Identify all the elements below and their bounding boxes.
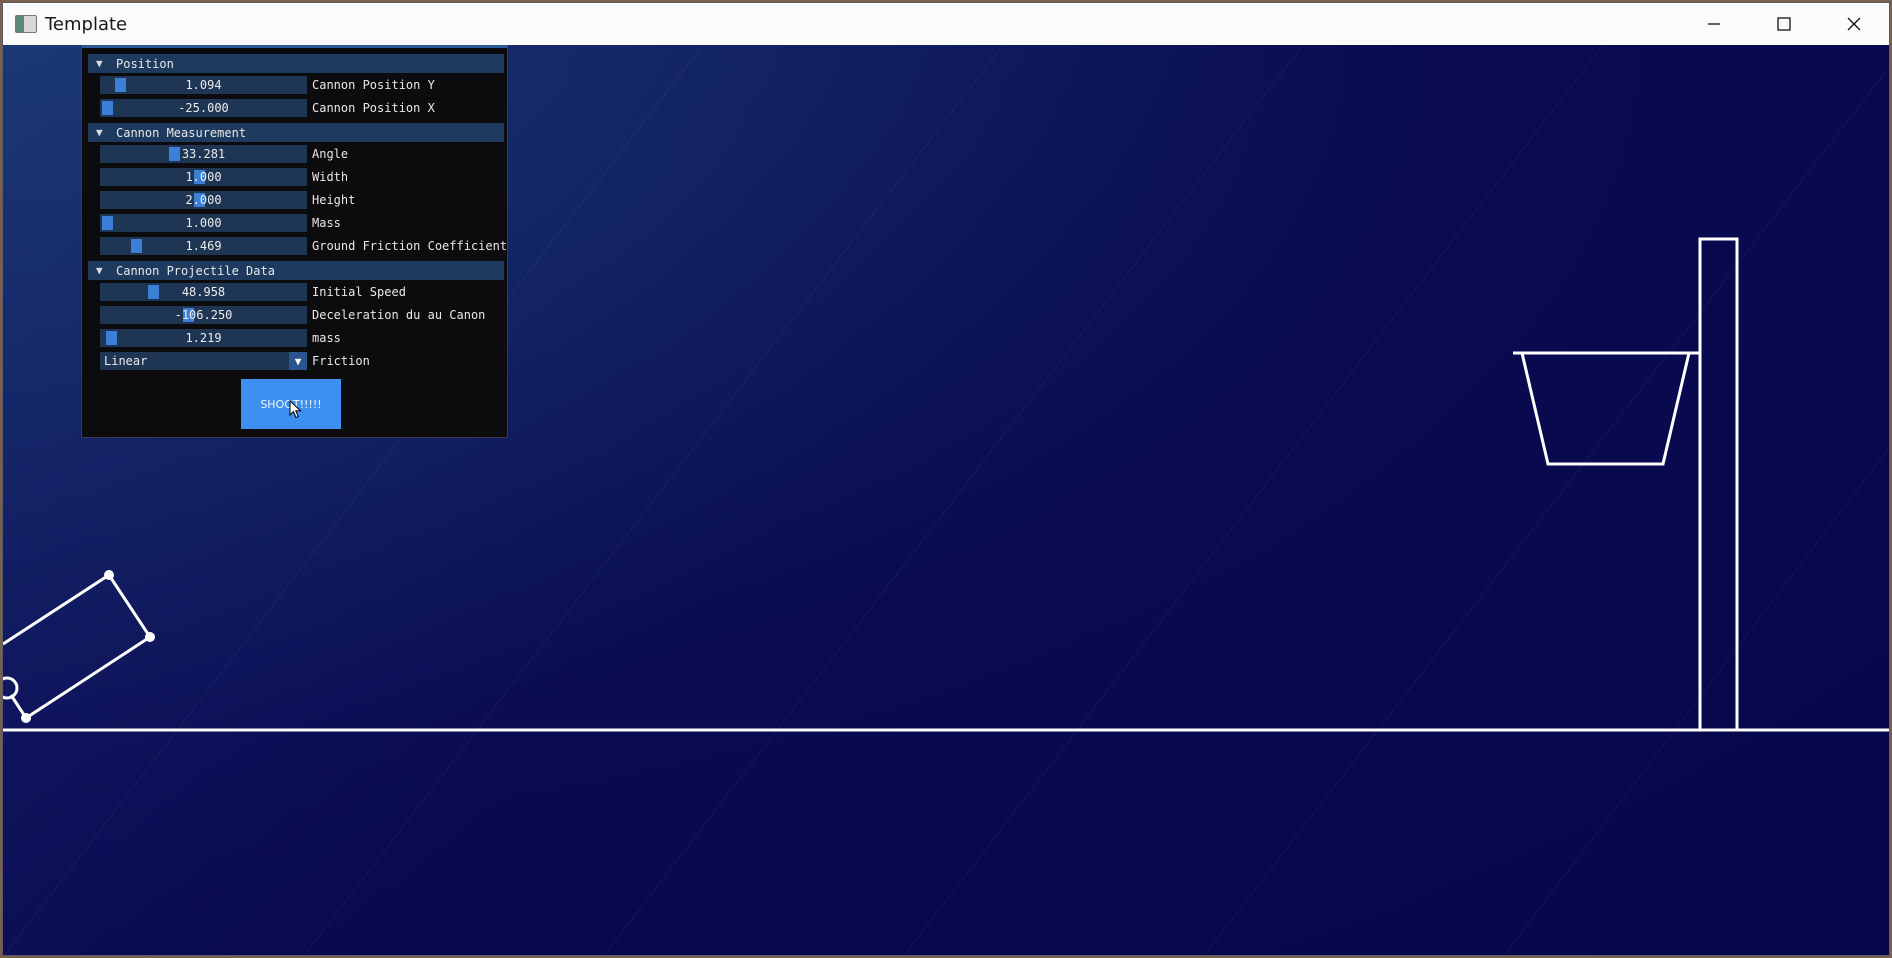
close-icon: [1847, 17, 1861, 31]
maximize-button[interactable]: [1749, 3, 1819, 45]
slider-value: 1.219: [185, 331, 222, 345]
field-label: Cannon Position Y: [312, 78, 435, 92]
section-cannon-measurement[interactable]: ▼ Cannon Measurement: [88, 123, 504, 142]
slider-projectile-mass[interactable]: 1.219: [100, 329, 307, 347]
window-title: Template: [45, 13, 128, 35]
mouse-cursor-icon: [289, 400, 302, 419]
field-label: Initial Speed: [312, 285, 406, 299]
close-button[interactable]: [1819, 3, 1889, 45]
slider-ground-friction[interactable]: 1.469: [100, 237, 307, 255]
field-label: Cannon Position X: [312, 101, 435, 115]
slider-value: -25.000: [178, 101, 229, 115]
dropdown-value: Linear: [104, 354, 148, 368]
cannon: [3, 570, 155, 723]
field-label: mass: [312, 331, 341, 345]
slider-value: 2.000: [185, 193, 222, 207]
slider-value: 48.958: [181, 285, 226, 299]
slider-value: -106.250: [174, 308, 233, 322]
field-mass: 1.000 Mass: [100, 213, 504, 232]
field-label: Width: [312, 170, 349, 184]
cannon-pivot: [3, 676, 19, 700]
slider-value: 1.094: [185, 78, 222, 92]
slider-angle[interactable]: 33.281: [100, 145, 307, 163]
field-width: 1.000 Width: [100, 167, 504, 186]
slider-cannon-position-x[interactable]: -25.000: [100, 99, 307, 117]
collapse-arrow-icon: ▼: [96, 57, 103, 70]
field-label: Deceleration du au Canon: [312, 308, 486, 322]
field-cannon-position-y: 1.094 Cannon Position Y: [100, 75, 504, 94]
section-title: Cannon Measurement: [116, 125, 247, 140]
app-icon: [15, 15, 37, 33]
field-label: Mass: [312, 216, 341, 230]
collapse-arrow-icon: ▼: [96, 264, 103, 277]
collapse-arrow-icon: ▼: [96, 126, 103, 139]
slider-width[interactable]: 1.000: [100, 168, 307, 186]
friction-dropdown[interactable]: Linear ▼: [100, 352, 307, 370]
section-title: Position: [116, 56, 174, 71]
slider-value: 1.469: [185, 239, 222, 253]
app-window: Template ▼ Position 1.094 Cannon Positio…: [2, 2, 1890, 956]
section-cannon-projectile-data[interactable]: ▼ Cannon Projectile Data: [88, 261, 504, 280]
field-initial-speed: 48.958 Initial Speed: [100, 282, 504, 301]
minimize-button[interactable]: [1679, 3, 1749, 45]
field-cannon-position-x: -25.000 Cannon Position X: [100, 98, 504, 117]
basket: [1513, 351, 1700, 466]
field-friction: Linear ▼ Friction: [100, 351, 504, 370]
field-projectile-mass: 1.219 mass: [100, 328, 504, 347]
slider-value: 1.000: [185, 170, 222, 184]
slider-value: 1.000: [185, 216, 222, 230]
field-angle: 33.281 Angle: [100, 144, 504, 163]
section-title: Cannon Projectile Data: [116, 263, 275, 278]
minimize-icon: [1708, 23, 1720, 25]
field-label: Angle: [312, 147, 349, 161]
maximize-icon: [1777, 17, 1791, 31]
field-label: Ground Friction Coefficient: [312, 239, 508, 253]
slider-deceleration[interactable]: -106.250: [100, 306, 307, 324]
field-label: Height: [312, 193, 356, 207]
slider-mass[interactable]: 1.000: [100, 214, 307, 232]
slider-initial-speed[interactable]: 48.958: [100, 283, 307, 301]
slider-value: 33.281: [181, 147, 226, 161]
slider-height[interactable]: 2.000: [100, 191, 307, 209]
settings-panel: ▼ Position 1.094 Cannon Position Y -25.0…: [81, 45, 508, 438]
dropdown-arrow-icon[interactable]: ▼: [289, 352, 307, 370]
section-position[interactable]: ▼ Position: [88, 54, 504, 73]
title-bar[interactable]: Template: [3, 3, 1889, 46]
field-label: Friction: [312, 354, 370, 368]
field-height: 2.000 Height: [100, 190, 504, 209]
window-controls: [1679, 3, 1889, 45]
slider-cannon-position-y[interactable]: 1.094: [100, 76, 307, 94]
field-ground-friction: 1.469 Ground Friction Coefficient: [100, 236, 508, 255]
field-deceleration: -106.250 Deceleration du au Canon: [100, 305, 504, 324]
